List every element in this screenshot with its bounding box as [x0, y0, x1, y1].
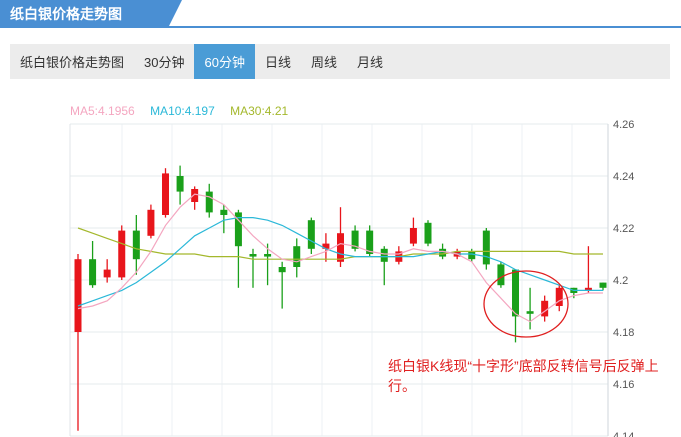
candle-body	[497, 264, 505, 286]
chart-annotation: 纸白银K线现“十字形”底部反转信号后反弹上行。	[388, 358, 659, 394]
y-tick-label: 4.22	[613, 223, 634, 235]
candle-body	[264, 254, 272, 257]
candle-body	[118, 230, 126, 278]
y-tick-label: 4.14	[613, 431, 634, 437]
candle-body	[220, 209, 228, 215]
candle-body	[205, 191, 213, 213]
candle-body	[409, 228, 417, 244]
candle-body	[541, 300, 549, 317]
candle-body	[103, 269, 111, 278]
candle-body	[293, 246, 301, 267]
candle-body	[191, 189, 199, 202]
candle-body	[424, 222, 432, 244]
y-tick-label: 4.2	[613, 275, 628, 287]
candle-body	[89, 259, 97, 286]
candle-body	[599, 282, 607, 288]
candle-body	[380, 248, 388, 262]
candle-body	[468, 251, 476, 260]
candle-body	[147, 209, 155, 236]
candle-body	[249, 254, 257, 257]
y-tick-label: 4.18	[613, 327, 634, 339]
candle-body	[162, 173, 169, 215]
candle-body	[439, 248, 447, 257]
candle-body	[74, 259, 82, 332]
candle-body	[526, 311, 534, 314]
candle-body	[482, 230, 490, 265]
candle-body	[512, 269, 519, 317]
y-tick-label: 4.24	[613, 171, 634, 183]
candle-body	[337, 233, 344, 262]
candle-body	[307, 220, 315, 249]
candle-body	[132, 230, 140, 260]
y-tick-label: 4.26	[613, 119, 634, 131]
candle-body	[176, 176, 184, 192]
candle-body	[278, 267, 286, 273]
